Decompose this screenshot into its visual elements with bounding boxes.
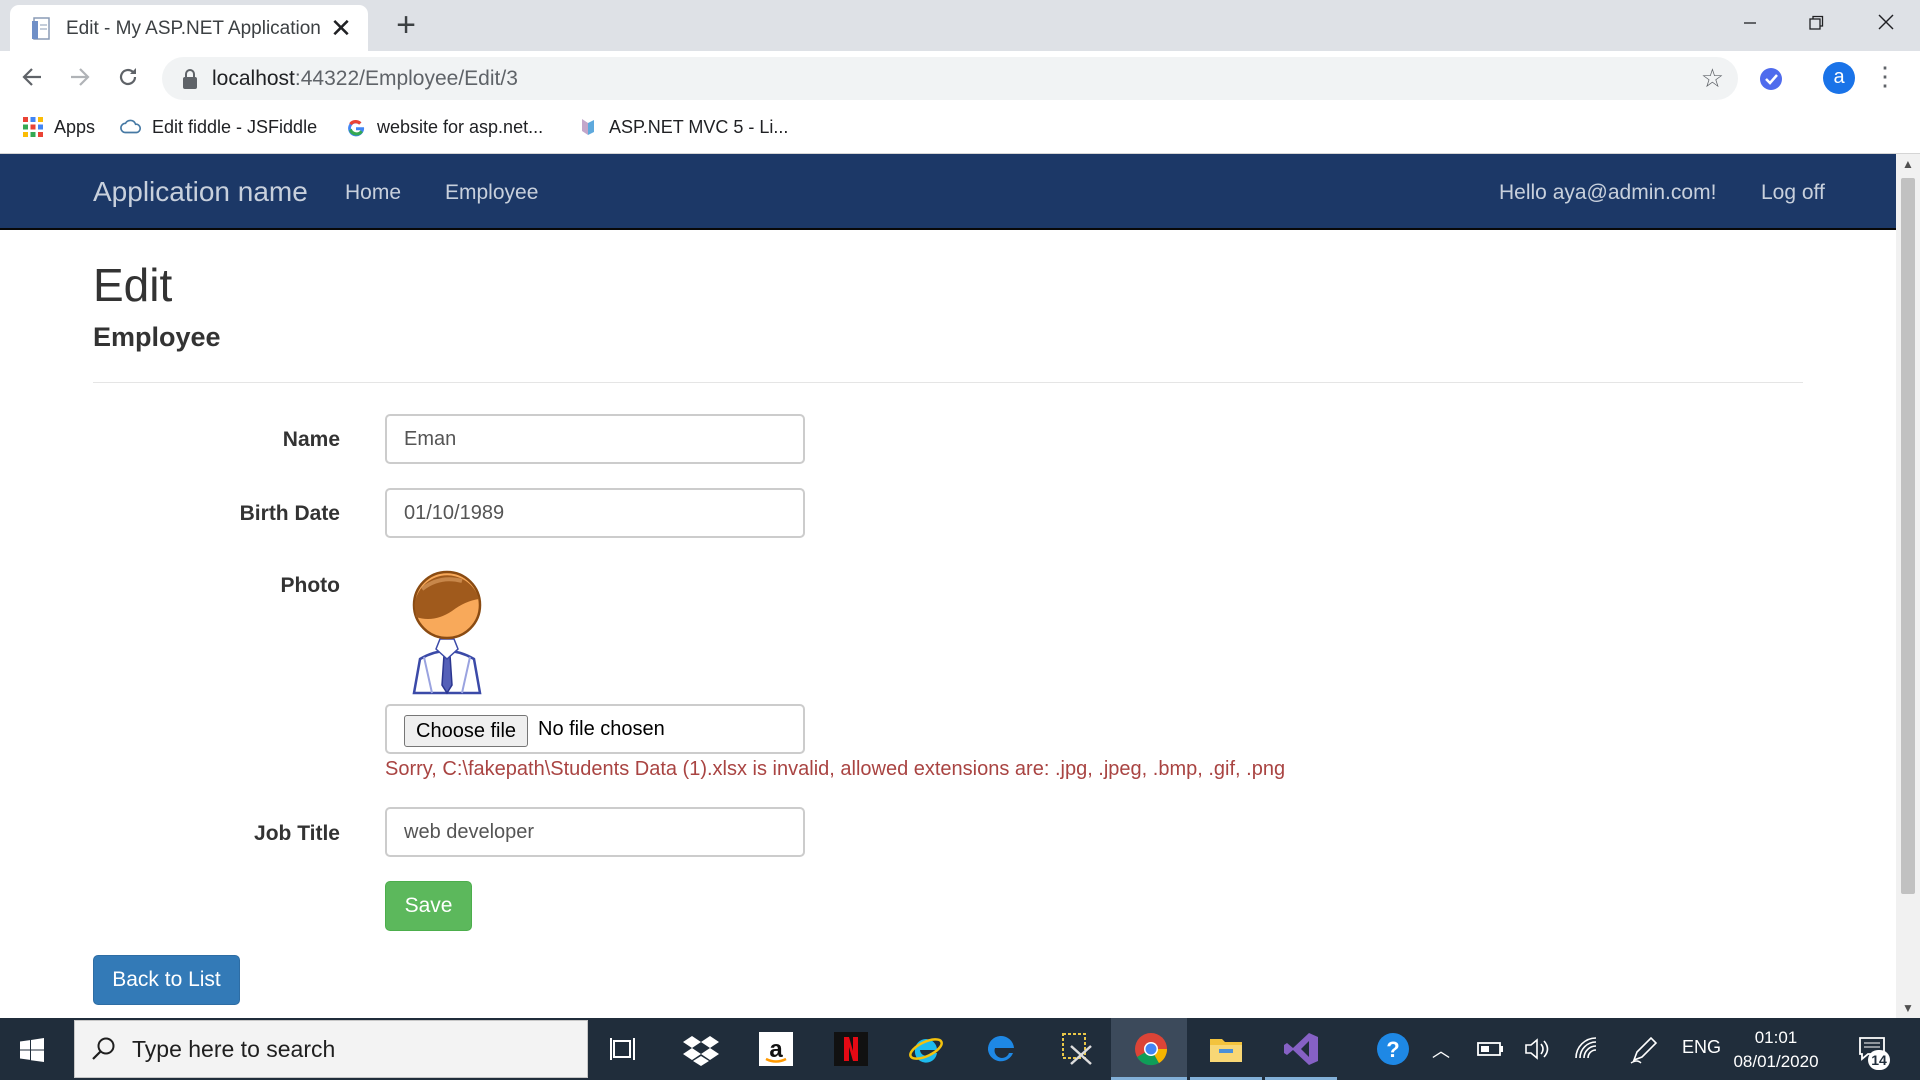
internet-explorer-icon[interactable] [907, 1030, 945, 1068]
bookmark-aspnet-mvc[interactable]: ASP.NET MVC 5 - Li... [577, 116, 788, 138]
site-navbar: Application name Home Employee Hello aya… [0, 154, 1896, 230]
jsfiddle-cloud-icon [120, 119, 141, 134]
back-arrow-icon[interactable] [12, 59, 52, 99]
photo-label: Photo [280, 574, 340, 597]
jobtitle-input[interactable] [385, 807, 805, 857]
profile-avatar[interactable]: a [1823, 62, 1855, 94]
bookmark-apps[interactable]: Apps [22, 116, 95, 138]
chrome-icon[interactable] [1132, 1030, 1170, 1068]
document-icon [32, 17, 50, 40]
chrome-menu-icon[interactable]: ⋮ [1872, 61, 1898, 92]
user-greeting-link[interactable]: Hello aya@admin.com! [1499, 181, 1716, 205]
forward-arrow-icon[interactable] [60, 59, 100, 99]
notification-count-badge: 14 [1868, 1050, 1890, 1070]
clock[interactable]: 01:01 08/01/2020 [1726, 1026, 1826, 1074]
address-bar[interactable]: localhost:44322/Employee/Edit/3 ☆ [162, 57, 1738, 100]
browser-tab[interactable]: Edit - My ASP.NET Application ✕ [10, 5, 368, 51]
netflix-icon[interactable] [832, 1030, 870, 1068]
url-text[interactable]: localhost:44322/Employee/Edit/3 [212, 67, 518, 91]
bookmark-label: Apps [54, 116, 96, 137]
save-button[interactable]: Save [385, 881, 472, 931]
taskbar-search[interactable]: Type here to search [74, 1020, 588, 1078]
scroll-thumb[interactable] [1901, 178, 1915, 894]
tab-title: Edit - My ASP.NET Application [66, 18, 321, 39]
wifi-icon[interactable] [1572, 1030, 1602, 1068]
scroll-down-icon[interactable]: ▼ [1896, 998, 1920, 1018]
apps-grid-icon [23, 117, 43, 137]
logoff-link[interactable]: Log off [1761, 181, 1825, 205]
windows-taskbar: Type here to search a ? ︿ ENG 01:01 08/0… [0, 1018, 1920, 1080]
name-input[interactable] [385, 414, 805, 464]
scroll-up-icon[interactable]: ▲ [1896, 154, 1920, 174]
nav-employee-link[interactable]: Employee [445, 181, 538, 205]
svg-text:a: a [769, 1036, 783, 1063]
help-icon[interactable]: ? [1374, 1030, 1412, 1068]
google-g-icon [348, 119, 365, 137]
svg-text:?: ? [1386, 1037, 1399, 1062]
tab-close-icon[interactable]: ✕ [326, 13, 356, 43]
windows-start-icon[interactable] [20, 1038, 44, 1062]
pen-icon[interactable] [1628, 1030, 1658, 1068]
reload-icon[interactable] [108, 59, 148, 99]
search-placeholder: Type here to search [132, 1036, 336, 1062]
battery-icon[interactable] [1474, 1030, 1506, 1068]
amazon-icon[interactable]: a [757, 1030, 795, 1068]
employee-photo [412, 570, 482, 695]
birthdate-label: Birth Date [239, 502, 340, 525]
bookmark-star-icon[interactable]: ☆ [1701, 63, 1724, 94]
bookmark-label: ASP.NET MVC 5 - Li... [609, 116, 789, 137]
minimize-icon[interactable] [1720, 6, 1780, 42]
clock-time: 01:01 [1754, 1028, 1798, 1047]
nav-home-link[interactable]: Home [345, 181, 401, 205]
restore-icon[interactable] [1786, 6, 1846, 42]
no-file-text: No file chosen [538, 718, 665, 740]
page-viewport: Application name Home Employee Hello aya… [0, 154, 1896, 1018]
task-view-icon[interactable] [606, 1030, 644, 1068]
language-indicator[interactable]: ENG [1682, 1037, 1721, 1058]
visual-studio-icon[interactable] [1282, 1030, 1320, 1068]
aspnet-logo-icon [582, 119, 594, 135]
edge-icon[interactable] [982, 1030, 1020, 1068]
birthdate-input[interactable] [385, 488, 805, 538]
bookmark-label: website for asp.net... [377, 116, 544, 137]
file-explorer-icon[interactable] [1207, 1030, 1245, 1068]
page-subtitle: Employee [93, 322, 221, 352]
extension-check-icon[interactable] [1756, 64, 1786, 94]
bookmark-jsfiddle[interactable]: Edit fiddle - JSFiddle [120, 116, 317, 138]
clock-date: 08/01/2020 [1733, 1052, 1819, 1071]
snipping-tool-icon[interactable] [1057, 1030, 1095, 1068]
search-icon [92, 1037, 115, 1060]
new-tab-button[interactable]: + [388, 8, 424, 42]
browser-tab-strip: Edit - My ASP.NET Application ✕ + [0, 0, 1920, 51]
bookmarks-bar: Apps Edit fiddle - JSFiddle website for … [0, 106, 1920, 154]
photo-file-input[interactable]: Choose file No file chosen [385, 704, 805, 754]
url-host: localhost [212, 67, 295, 90]
name-label: Name [282, 428, 340, 451]
jobtitle-label: Job Title [254, 822, 340, 845]
dropbox-icon[interactable] [682, 1030, 720, 1068]
back-to-list-button[interactable]: Back to List [93, 955, 240, 1005]
validation-error: Sorry, C:\fakepath\Students Data (1).xls… [385, 758, 1286, 780]
page-scrollbar[interactable]: ▲ ▼ [1896, 154, 1920, 1018]
url-path: :44322/Employee/Edit/3 [294, 67, 518, 90]
tray-chevron-icon[interactable]: ︿ [1432, 1037, 1450, 1063]
bookmark-label: Edit fiddle - JSFiddle [152, 116, 318, 137]
brand-link[interactable]: Application name [93, 176, 308, 208]
page-title: Edit [93, 259, 173, 311]
choose-file-button[interactable]: Choose file [404, 715, 529, 747]
bookmark-google-search[interactable]: website for asp.net... [345, 116, 543, 138]
divider [93, 382, 1803, 383]
lock-icon [183, 69, 197, 89]
close-window-icon[interactable] [1856, 6, 1916, 42]
volume-icon[interactable] [1522, 1030, 1552, 1068]
browser-toolbar: localhost:44322/Employee/Edit/3 ☆ a ⋮ [0, 51, 1920, 106]
